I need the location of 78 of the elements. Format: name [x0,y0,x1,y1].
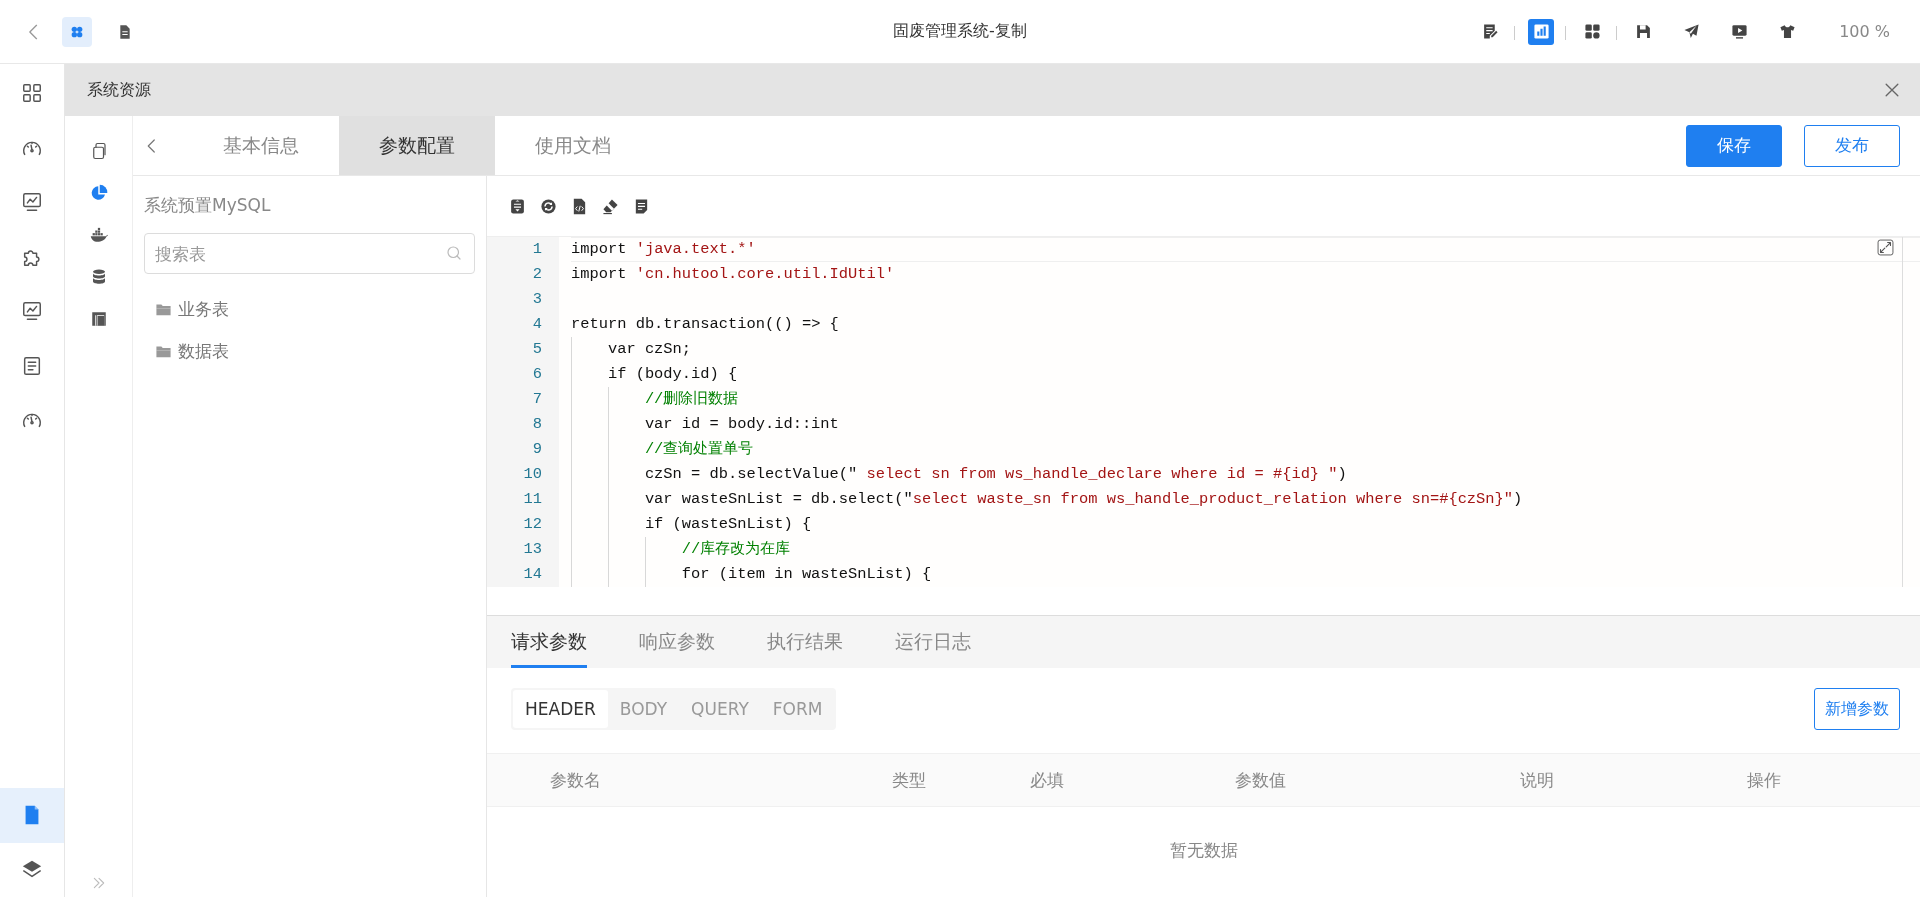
search-field[interactable]: 搜索表 [144,233,475,274]
document-icon [117,23,133,40]
list-document-icon [21,354,43,377]
line-number: 6 [487,362,559,387]
segment-tab[interactable]: QUERY [679,690,761,728]
line-number: 1 [487,237,559,262]
monitor-chart-icon [21,191,43,214]
line-number: 13 [487,537,559,562]
panel-title: 系统资源 [87,79,151,101]
format-icon[interactable] [509,197,526,215]
tab[interactable]: 运行日志 [895,616,971,668]
segment-tab[interactable]: HEADER [513,690,608,728]
tab[interactable]: 使用文档 [495,116,651,175]
code-line: return db.transaction(() => { [571,314,839,335]
code-file-icon[interactable] [571,197,588,215]
grid-icon [21,82,43,105]
column-header: 操作 [1747,768,1782,792]
code-line: import 'java.text.*' [571,239,756,260]
line-number: 7 [487,387,559,412]
column-header: 类型 [892,768,927,792]
line-number: 5 [487,337,559,362]
tab[interactable]: 响应参数 [639,616,715,668]
apps-grid-icon [1583,23,1601,40]
tab[interactable]: 请求参数 [511,616,587,668]
code-line: var wasteSnList = db.select("select waste_sn from ws_handle_product_relation where sn=#{czSn}") [571,487,1523,512]
datasource-title: 系统预置MySQL [144,194,272,217]
bar-chart-icon [1532,23,1550,40]
code-line: //删除旧数据 [571,387,739,412]
monitor-chart-icon [21,300,43,323]
tab[interactable]: 基本信息 [183,116,339,175]
t-shirt-icon [1778,23,1796,40]
line-number: 8 [487,412,559,437]
line-number: 14 [487,562,559,587]
column-header: 说明 [1520,768,1555,792]
paper-plane-icon [1682,23,1700,40]
document-title: 固废管理系统-复制 [892,21,1028,42]
sidebar-item[interactable] [0,788,64,843]
column-header: 参数值 [1235,768,1287,792]
column-header: 必填 [1030,768,1065,792]
column-header: 参数名 [549,768,602,792]
layout-panel-icon [89,310,108,328]
video-play-icon [1730,23,1748,40]
code-line: var czSn; [571,337,692,362]
tab[interactable]: 执行结果 [767,616,843,668]
refresh-icon[interactable] [540,197,557,215]
eraser-icon[interactable] [602,197,619,215]
line-number: 3 [487,287,559,312]
code-line: for (item in wasteSnList) { [571,562,932,587]
line-number: 4 [487,312,559,337]
code-line: if (wasteSnList) { [571,512,812,537]
whale-container-icon [89,226,108,244]
expand-icon[interactable] [1877,239,1894,256]
pie-chart-icon [89,184,108,202]
segment-tab[interactable]: BODY [607,690,680,728]
folder-item[interactable]: 业务表 [178,297,229,321]
code-line: if (body.id) { [571,362,738,387]
line-number: 11 [487,487,559,512]
code-line: import 'cn.hutool.core.util.IdUtil' [571,264,895,285]
line-number: 10 [487,462,559,487]
folder-item[interactable]: 数据表 [178,339,229,363]
save-icon [1634,23,1652,40]
save-button[interactable]: 保存 [1686,124,1782,167]
line-number: 9 [487,437,559,462]
zoom-level: 100 % [1839,22,1890,41]
document-edit-icon [1481,23,1499,40]
tab[interactable]: 参数配置 [339,116,495,175]
empty-message: 暂无数据 [1169,839,1238,862]
code-line: //查询处置单号 [571,437,754,462]
line-number: 12 [487,512,559,537]
code-line: var id = body.id::int [571,412,839,437]
note-icon[interactable] [633,197,650,215]
add-parameter-button[interactable]: 新增参数 [1814,688,1900,730]
search-icon [445,244,463,262]
line-number: 2 [487,262,559,287]
publish-button[interactable]: 发布 [1804,124,1900,167]
code-line: czSn = db.selectValue(" select sn from ws_handle_declare where id = #{id} ") [571,462,1347,487]
segment-tab[interactable]: FORM [760,690,835,728]
code-line: //库存改为在库 [571,537,791,562]
